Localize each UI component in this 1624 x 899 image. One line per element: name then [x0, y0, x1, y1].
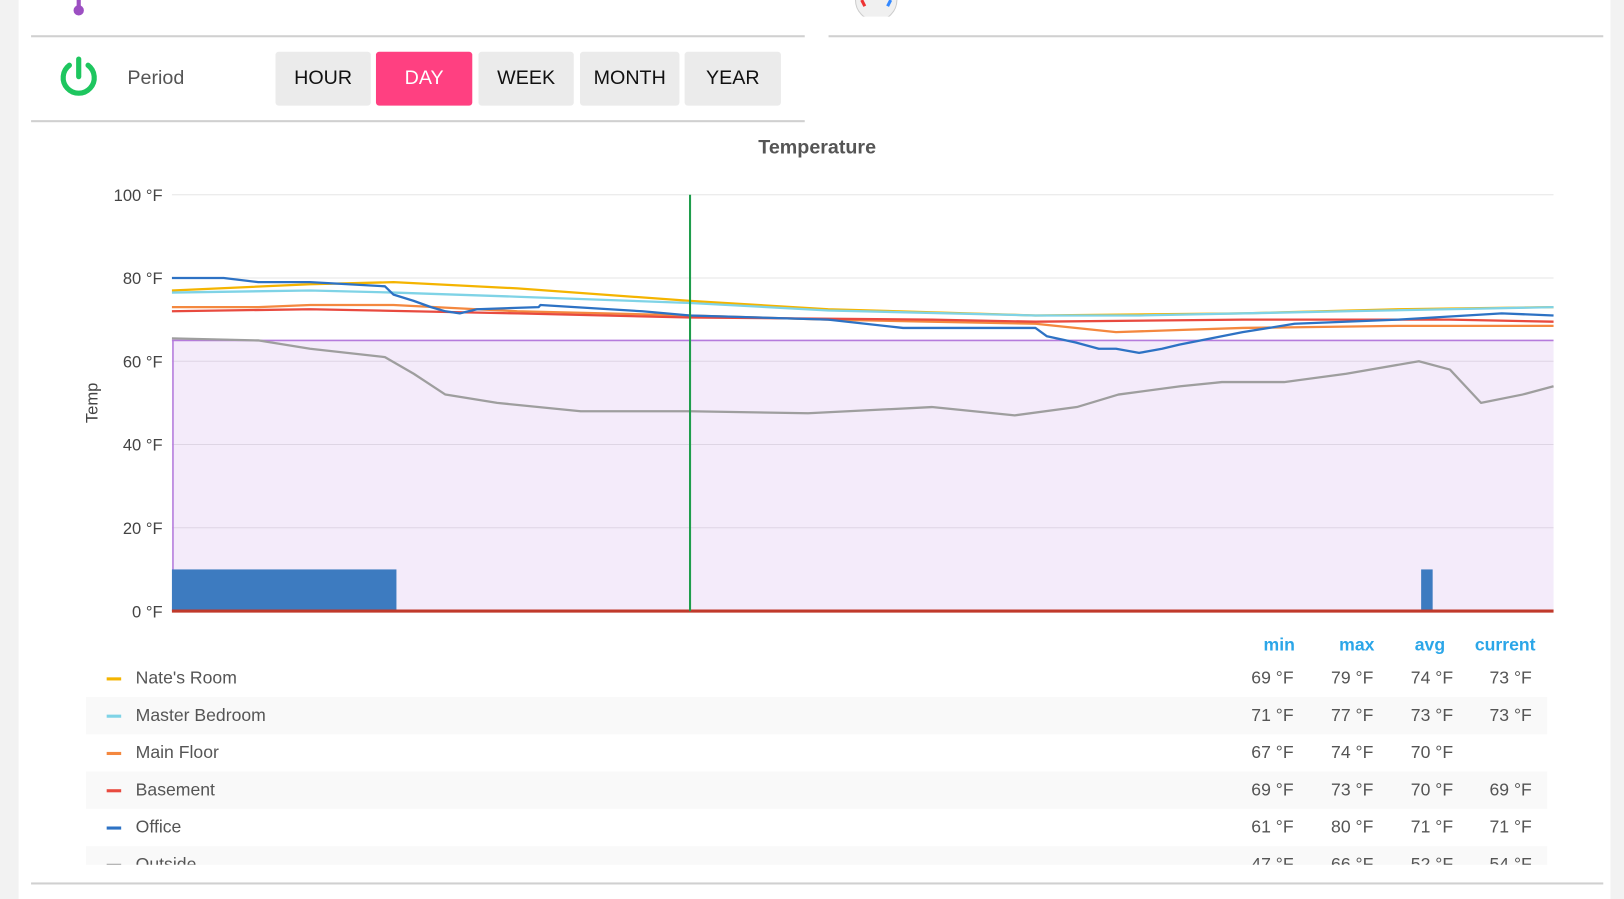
legend-max-value: 79 °F: [1331, 668, 1374, 688]
legend-series-name: Basement: [135, 779, 215, 800]
legend-swatch: [106, 789, 122, 793]
legend-swatch: [106, 826, 122, 830]
legend-swatch: [106, 863, 122, 865]
legend-series-name: Main Floor: [135, 742, 219, 763]
y-tick-label: 60 °F: [123, 352, 163, 371]
y-tick-label: 80 °F: [123, 269, 163, 288]
legend-swatch: [106, 677, 122, 681]
legend-min-value: 67 °F: [1251, 742, 1294, 763]
legend-max-value: 66 °F: [1331, 854, 1374, 865]
legend-avg-value: 52 °F: [1410, 854, 1454, 865]
legend-series-name: Office: [135, 817, 182, 837]
legend-header-max[interactable]: max: [1339, 635, 1374, 656]
legend-avg-value: 73 °F: [1410, 705, 1454, 725]
legend-avg-value: 71 °F: [1410, 817, 1454, 837]
heating-bar: [171, 569, 397, 612]
legend-series-name: Outside: [135, 854, 197, 865]
legend-current-value: 71 °F: [1489, 817, 1532, 837]
y-tick-label: 20 °F: [123, 519, 163, 538]
temperature-chart[interactable]: 0 °F 20 °F 40 °F 60 °F 80 °F 100 °F Temp: [0, 0, 1624, 632]
legend-current-value: 73 °F: [1489, 705, 1532, 725]
legend-max-value: 80 °F: [1331, 817, 1374, 837]
legend-header-current[interactable]: current: [1475, 635, 1536, 656]
legend-min-value: 61 °F: [1251, 817, 1294, 837]
legend-avg-value: 70 °F: [1410, 779, 1454, 800]
legend-header-avg[interactable]: avg: [1415, 635, 1445, 656]
y-axis-label: Temp: [82, 383, 101, 424]
y-tick-label: 100 °F: [114, 186, 163, 205]
divider: [31, 882, 1604, 885]
legend-row[interactable]: Master Bedroom 71 °F 77 °F 73 °F 73 °F: [85, 697, 1548, 735]
legend-row[interactable]: Nate's Room 69 °F 79 °F 74 °F 73 °F: [86, 660, 1547, 697]
legend-header-min[interactable]: min: [1264, 635, 1295, 656]
legend-min-value: 71 °F: [1251, 705, 1294, 725]
legend-min-value: 47 °F: [1251, 854, 1294, 865]
legend-row[interactable]: Main Floor 67 °F 74 °F 70 °F: [86, 734, 1547, 771]
legend-min-value: 69 °F: [1251, 779, 1294, 800]
legend-max-value: 77 °F: [1331, 705, 1374, 725]
legend-avg-value: 70 °F: [1410, 742, 1454, 763]
legend-row[interactable]: Office 61 °F 80 °F 71 °F 71 °F: [86, 809, 1547, 846]
legend-row[interactable]: Outside 47 °F 66 °F 52 °F 54 °F: [85, 846, 1548, 865]
legend-table: min max avg current Nate's Room 69 °F 79 °…: [85, 629, 1548, 865]
legend-row[interactable]: Basement 69 °F 73 °F 70 °F 69 °F: [85, 771, 1548, 809]
legend-current-value: 69 °F: [1489, 779, 1532, 800]
y-tick-label: 0 °F: [132, 602, 163, 621]
legend-max-value: 74 °F: [1331, 742, 1374, 763]
legend-swatch: [106, 751, 122, 756]
legend-current-value: 54 °F: [1489, 854, 1532, 865]
y-tick-label: 40 °F: [123, 436, 163, 455]
heating-bar: [1421, 569, 1433, 612]
legend-swatch: [106, 714, 122, 718]
legend-current-value: 73 °F: [1489, 668, 1532, 688]
legend-series-name: Nate's Room: [135, 668, 237, 688]
legend-min-value: 69 °F: [1251, 668, 1294, 688]
legend-max-value: 73 °F: [1331, 779, 1374, 800]
legend-avg-value: 74 °F: [1410, 668, 1454, 688]
legend-series-name: Master Bedroom: [135, 705, 266, 725]
